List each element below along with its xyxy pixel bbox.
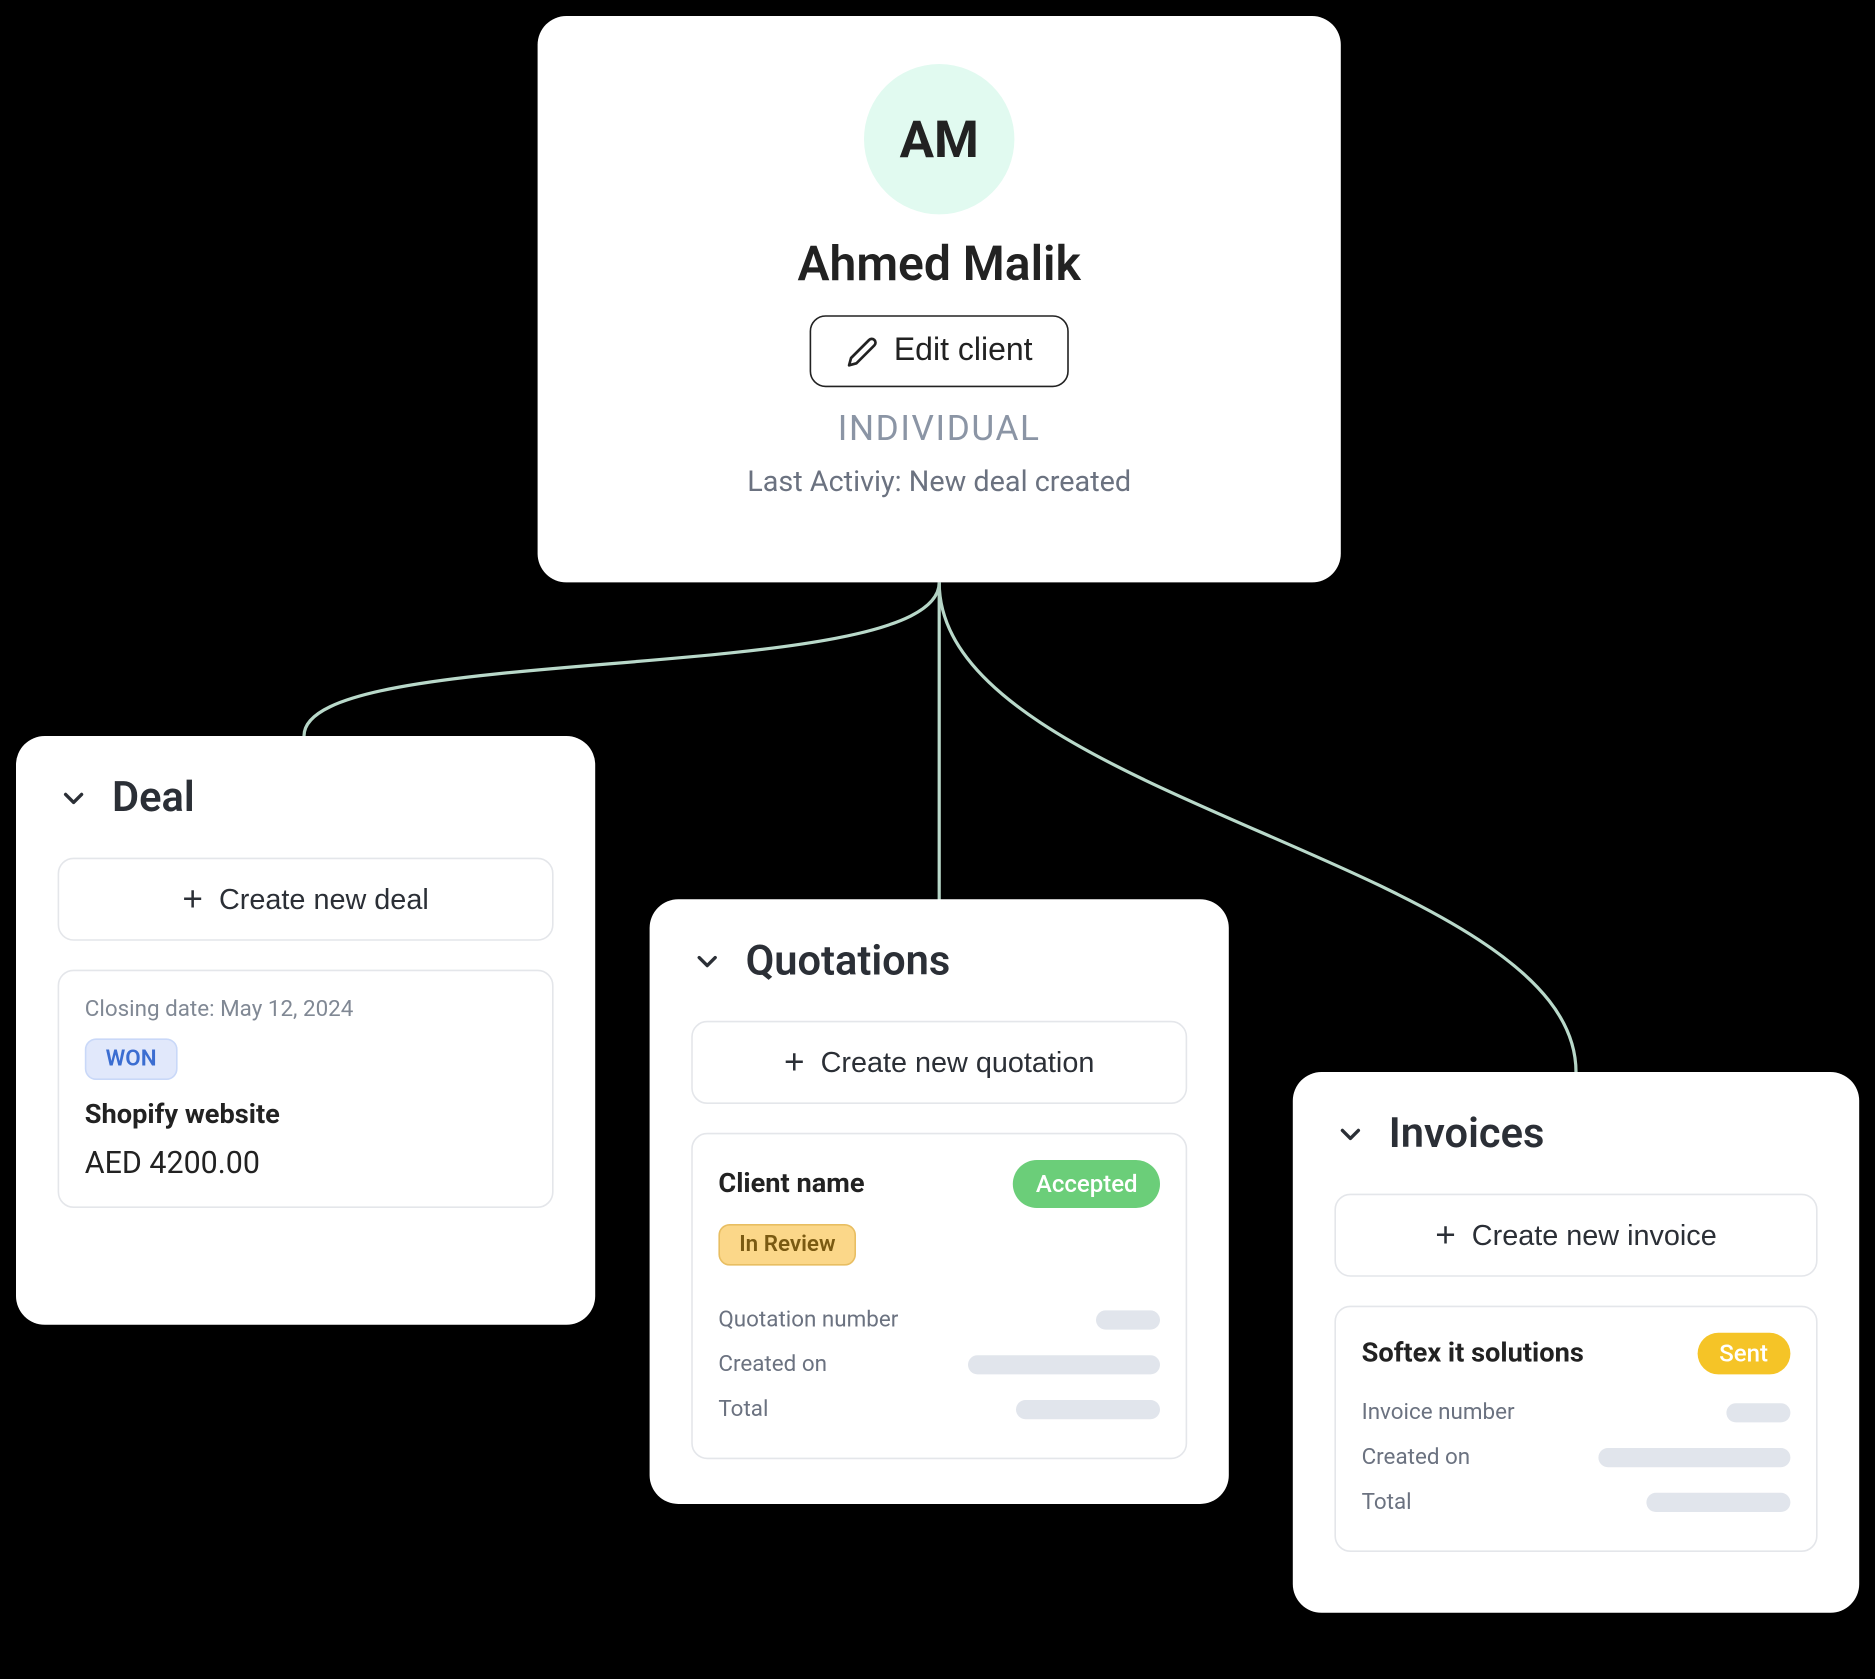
skeleton-placeholder	[1016, 1400, 1160, 1419]
client-name: Ahmed Malik	[798, 237, 1081, 293]
plus-icon: +	[784, 1045, 805, 1080]
skeleton-placeholder	[1598, 1448, 1790, 1467]
edit-client-button[interactable]: Edit client	[809, 315, 1069, 387]
invoices-title: Invoices	[1389, 1110, 1545, 1158]
client-type: INDIVIDUAL	[838, 410, 1041, 450]
create-invoice-label: Create new invoice	[1472, 1218, 1717, 1252]
deal-value: AED 4200.00	[85, 1144, 527, 1181]
field-label: Total	[1362, 1490, 1412, 1516]
field-label: Total	[718, 1397, 768, 1423]
plus-icon: +	[182, 882, 203, 917]
chevron-down-icon	[691, 946, 723, 978]
status-badge: In Review	[718, 1224, 856, 1266]
deal-item[interactable]: Closing date: May 12, 2024 WON Shopify w…	[58, 970, 554, 1208]
create-deal-label: Create new deal	[219, 882, 429, 916]
skeleton-placeholder	[1726, 1403, 1790, 1422]
deal-card: Deal + Create new deal Closing date: May…	[16, 736, 595, 1325]
create-deal-button[interactable]: + Create new deal	[58, 858, 554, 941]
deal-closing-date: Closing date: May 12, 2024	[85, 997, 527, 1023]
create-invoice-button[interactable]: + Create new invoice	[1334, 1194, 1817, 1277]
quotations-title: Quotations	[746, 938, 951, 986]
field-label: Invoice number	[1362, 1400, 1515, 1426]
quotations-header[interactable]: Quotations	[691, 938, 1187, 986]
create-quotation-label: Create new quotation	[821, 1046, 1095, 1080]
chevron-down-icon	[58, 782, 90, 814]
status-badge: Accepted	[1014, 1160, 1161, 1208]
status-badge: WON	[85, 1038, 178, 1080]
last-activity: Last Activiy: New deal created	[747, 466, 1131, 500]
edit-client-label: Edit client	[894, 333, 1033, 370]
avatar: AM	[864, 64, 1014, 214]
client-card: AM Ahmed Malik Edit client INDIVIDUAL La…	[538, 16, 1341, 582]
pencil-icon	[846, 335, 878, 367]
deal-title: Deal	[112, 774, 195, 822]
chevron-down-icon	[1334, 1118, 1366, 1150]
create-quotation-button[interactable]: + Create new quotation	[691, 1021, 1187, 1104]
skeleton-placeholder	[968, 1355, 1160, 1374]
invoices-card: Invoices + Create new invoice Softex it …	[1293, 1072, 1859, 1613]
quotations-card: Quotations + Create new quotation Client…	[650, 899, 1229, 1504]
plus-icon: +	[1435, 1218, 1456, 1253]
quotation-item[interactable]: Client name Accepted In Review Quotation…	[691, 1133, 1187, 1459]
field-label: Created on	[1362, 1445, 1471, 1471]
deal-header[interactable]: Deal	[58, 774, 554, 822]
invoices-header[interactable]: Invoices	[1334, 1110, 1817, 1158]
skeleton-placeholder	[1646, 1493, 1790, 1512]
status-badge: Sent	[1697, 1333, 1791, 1375]
deal-name: Shopify website	[85, 1099, 527, 1131]
invoice-item[interactable]: Softex it solutions Sent Invoice number …	[1334, 1306, 1817, 1552]
field-label: Quotation number	[718, 1307, 898, 1333]
quotation-client-name-label: Client name	[718, 1168, 864, 1200]
invoice-client-name: Softex it solutions	[1362, 1338, 1584, 1370]
skeleton-placeholder	[1096, 1310, 1160, 1329]
field-label: Created on	[718, 1352, 827, 1378]
